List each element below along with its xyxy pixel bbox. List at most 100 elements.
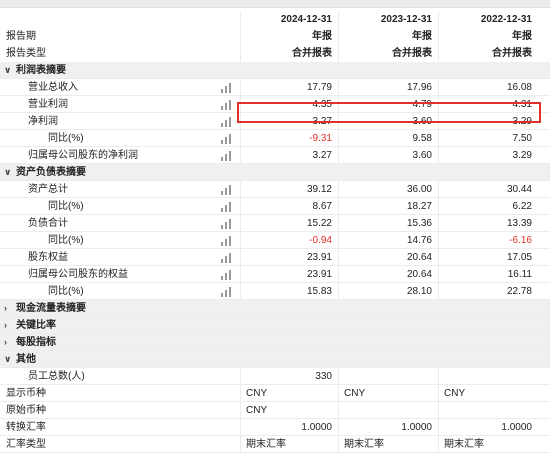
- value-cell: -0.94: [240, 232, 338, 248]
- value-cell: 3.60: [338, 113, 438, 129]
- row-label-cell: 归属母公司股东的净利润: [0, 147, 237, 163]
- row-label: 股东权益: [28, 252, 68, 263]
- value-cell: 期末汇率: [338, 436, 438, 452]
- date-header-2024: 2024-12-31: [240, 11, 338, 28]
- date-header-2022: 2022-12-31: [438, 11, 538, 28]
- table-row: 负债合计 15.22 15.36 13.39: [0, 215, 550, 232]
- value-cell: 16.11: [438, 266, 538, 282]
- value-cell: 15.36: [338, 215, 438, 231]
- value-cell: 30.44: [438, 181, 538, 197]
- row-label-cell: ∨ 利润表摘要: [0, 62, 237, 78]
- value-cell: 17.79: [240, 79, 338, 95]
- row-label: 资产总计: [28, 184, 68, 195]
- bar-chart-icon[interactable]: [221, 117, 233, 127]
- table-body: 报告期 年报 年报 年报 报告类型 合并报表 合并报表 合并报表 ∨ 利润表摘要营业总收入 17.7…: [0, 28, 550, 453]
- value-cell: 15.22: [240, 215, 338, 231]
- table-row: 汇率类型 期末汇率 期末汇率 期末汇率: [0, 436, 550, 453]
- value-cell: 1.0000: [338, 419, 438, 435]
- chevron-down-icon[interactable]: ∨: [4, 351, 16, 367]
- value-cell: 39.12: [240, 181, 338, 197]
- table-row: 同比(%) -0.94 14.76 -6.16: [0, 232, 550, 249]
- table-row: 同比(%) 8.67 18.27 6.22: [0, 198, 550, 215]
- chevron-right-icon[interactable]: ›: [4, 334, 16, 350]
- chevron-down-icon[interactable]: ∨: [4, 164, 16, 180]
- table-row: 归属母公司股东的权益 23.91 20.64 16.11: [0, 266, 550, 283]
- chevron-right-icon[interactable]: ›: [4, 300, 16, 316]
- row-label-cell: 显示币种: [0, 385, 237, 401]
- row-label-cell: 同比(%): [0, 232, 237, 248]
- row-label-cell: 原始币种: [0, 402, 237, 418]
- date-header-2023: 2023-12-31: [338, 11, 438, 28]
- value-cell: 4.35: [240, 96, 338, 112]
- value-cell: [438, 402, 538, 418]
- table-row: 归属母公司股东的净利润 3.27 3.60 3.29: [0, 147, 550, 164]
- bar-chart-icon[interactable]: [221, 219, 233, 229]
- row-label-cell: 归属母公司股东的权益: [0, 266, 237, 282]
- bar-chart-icon[interactable]: [221, 83, 233, 93]
- bar-chart-icon[interactable]: [221, 151, 233, 161]
- row-label-cell: 汇率类型: [0, 436, 237, 452]
- row-label: 原始币种: [6, 405, 46, 416]
- bar-chart-icon[interactable]: [221, 253, 233, 263]
- row-label-cell: › 现金流量表摘要: [0, 300, 237, 316]
- report-meta-row: 报告类型 合并报表 合并报表 合并报表: [0, 45, 550, 62]
- row-label: 营业总收入: [28, 82, 78, 93]
- table-row: 净利润 3.27 3.60 3.29: [0, 113, 550, 130]
- row-label-cell: › 每股指标: [0, 334, 237, 350]
- row-label-cell: 股东权益: [0, 249, 237, 265]
- value-cell: 7.50: [438, 130, 538, 146]
- value-cell: 18.27: [338, 198, 438, 214]
- value-cell: 3.29: [438, 113, 538, 129]
- value-cell: 合并报表: [240, 45, 338, 62]
- row-label: 同比(%): [48, 286, 84, 297]
- value-cell: 9.58: [338, 130, 438, 146]
- report-meta-row: 报告期 年报 年报 年报: [0, 28, 550, 45]
- value-cell: 23.91: [240, 266, 338, 282]
- value-cell: CNY: [240, 402, 338, 418]
- bar-chart-icon[interactable]: [221, 287, 233, 297]
- bar-chart-icon[interactable]: [221, 202, 233, 212]
- row-label-cell: 转换汇率: [0, 419, 237, 435]
- value-cell: CNY: [338, 385, 438, 401]
- bar-chart-icon[interactable]: [221, 236, 233, 246]
- row-label-cell: ∨ 其他: [0, 351, 237, 367]
- table-row: 股东权益 23.91 20.64 17.05: [0, 249, 550, 266]
- row-label: 同比(%): [48, 133, 84, 144]
- value-cell: CNY: [438, 385, 538, 401]
- value-cell: 1.0000: [240, 419, 338, 435]
- row-label: 同比(%): [48, 201, 84, 212]
- value-cell: [438, 368, 538, 384]
- value-cell: 3.27: [240, 113, 338, 129]
- chevron-right-icon[interactable]: ›: [4, 317, 16, 333]
- section-header-row[interactable]: › 现金流量表摘要: [0, 300, 550, 317]
- row-label: 归属母公司股东的净利润: [28, 150, 138, 161]
- value-cell: 3.60: [338, 147, 438, 163]
- section-header-row[interactable]: ∨ 其他: [0, 351, 550, 368]
- section-header-row[interactable]: ∨ 利润表摘要: [0, 62, 550, 79]
- value-cell: 20.64: [338, 266, 438, 282]
- value-cell: 4.79: [338, 96, 438, 112]
- table-row: 同比(%) 15.83 28.10 22.78: [0, 283, 550, 300]
- value-cell: [338, 368, 438, 384]
- value-cell: 22.78: [438, 283, 538, 299]
- value-cell: -9.31: [240, 130, 338, 146]
- bar-chart-icon[interactable]: [221, 100, 233, 110]
- section-header-row[interactable]: ∨ 资产负债表摘要: [0, 164, 550, 181]
- value-cell: 年报: [240, 28, 338, 45]
- header-label-spacer: [0, 11, 237, 28]
- bar-chart-icon[interactable]: [221, 270, 233, 280]
- value-cell: 13.39: [438, 215, 538, 231]
- bar-chart-icon[interactable]: [221, 185, 233, 195]
- financial-summary-table: 2024-12-31 2023-12-31 2022-12-31 报告期 年报 年报…: [0, 11, 550, 453]
- value-cell: 合并报表: [338, 45, 438, 62]
- row-label-cell: 净利润: [0, 113, 237, 129]
- bar-chart-icon[interactable]: [221, 134, 233, 144]
- row-label: 汇率类型: [6, 439, 46, 450]
- row-label-cell: 负债合计: [0, 215, 237, 231]
- section-header-row[interactable]: › 每股指标: [0, 334, 550, 351]
- row-label-cell: 资产总计: [0, 181, 237, 197]
- section-header-row[interactable]: › 关键比率: [0, 317, 550, 334]
- value-cell: 3.29: [438, 147, 538, 163]
- row-label: 营业利润: [28, 99, 68, 110]
- chevron-down-icon[interactable]: ∨: [4, 62, 16, 78]
